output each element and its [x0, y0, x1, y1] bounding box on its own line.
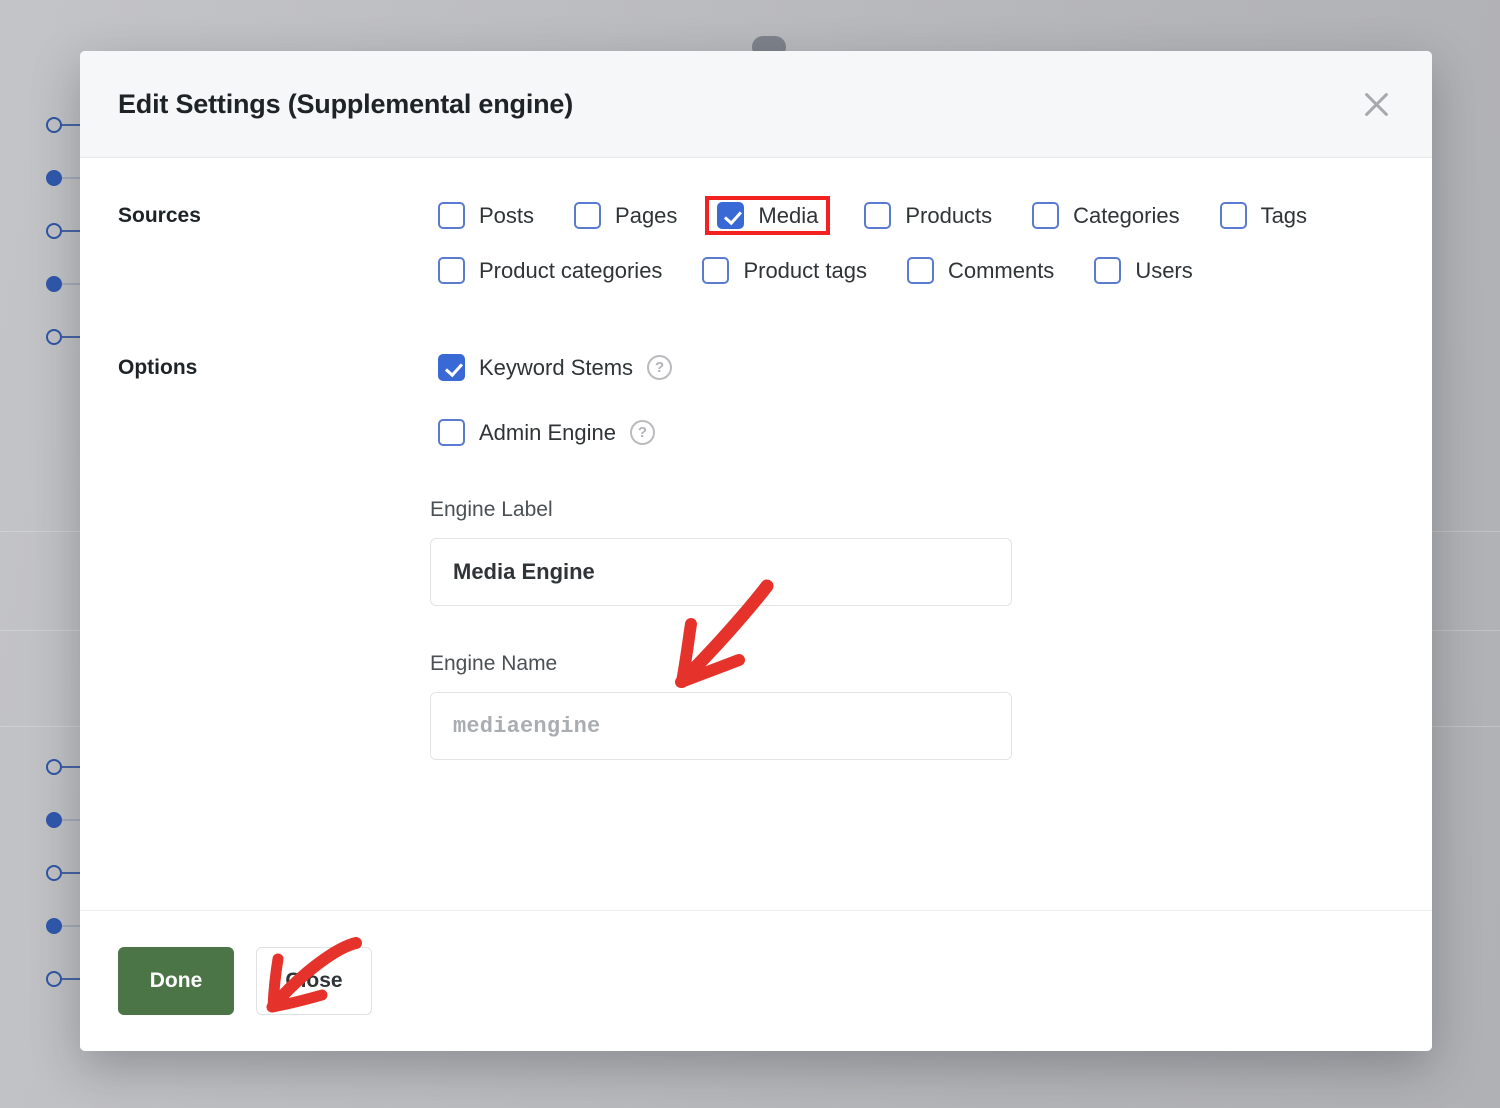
engine-label-input[interactable]: Media Engine [430, 538, 1012, 606]
source-checkbox-label: Users [1135, 258, 1192, 284]
checkbox-icon[interactable] [1094, 257, 1121, 284]
source-checkbox-label: Tags [1261, 203, 1307, 229]
source-checkbox-label: Media [758, 203, 818, 229]
engine-label-label: Engine Label [430, 498, 1394, 522]
source-checkbox-label: Products [905, 203, 992, 229]
page-title: Edit Settings (Supplemental engine) [118, 89, 1354, 120]
checkbox-icon[interactable] [1220, 202, 1247, 229]
modal-footer: Done Close [80, 910, 1432, 1051]
option-checkbox-keyword-stems[interactable]: Keyword Stems? [430, 348, 680, 387]
close-icon[interactable] [1354, 82, 1398, 126]
source-checkbox-posts[interactable]: Posts [430, 196, 542, 235]
options-row: Options Keyword Stems?Admin Engine? Engi… [118, 348, 1394, 760]
sources-checkbox-line-1: Posts Pages Media Products Categories Tags [430, 196, 1394, 235]
checkbox-icon[interactable] [438, 419, 465, 446]
source-checkbox-comments[interactable]: Comments [899, 251, 1062, 290]
timeline-dot-icon [46, 223, 62, 239]
option-checkbox-line: Keyword Stems? [430, 348, 1394, 387]
checkbox-icon[interactable] [574, 202, 601, 229]
engine-name-label: Engine Name [430, 652, 1394, 676]
options-field: Keyword Stems?Admin Engine? Engine Label… [430, 348, 1394, 760]
modal-header: Edit Settings (Supplemental engine) [80, 51, 1432, 158]
done-button[interactable]: Done [118, 947, 234, 1015]
source-checkbox-label: Product categories [479, 258, 662, 284]
timeline-dot-filled-icon [46, 276, 62, 292]
help-circle-icon[interactable]: ? [630, 420, 655, 445]
options-label: Options [118, 348, 430, 380]
timeline-dot-icon [46, 117, 62, 133]
timeline-dot-filled-icon [46, 170, 62, 186]
close-button[interactable]: Close [256, 947, 372, 1015]
option-checkbox-label: Admin Engine [479, 420, 616, 446]
source-checkbox-label: Comments [948, 258, 1054, 284]
checkbox-icon[interactable] [864, 202, 891, 229]
source-checkbox-product-tags[interactable]: Product tags [694, 251, 875, 290]
option-checkbox-line: Admin Engine? [430, 413, 1394, 452]
source-checkbox-tags[interactable]: Tags [1212, 196, 1315, 235]
source-checkbox-media[interactable]: Media [705, 196, 830, 235]
engine-label-group: Engine Label Media Engine [430, 498, 1394, 606]
source-checkbox-label: Product tags [743, 258, 867, 284]
sources-row: Sources Posts Pages Media Products Categorie… [118, 196, 1394, 290]
source-checkbox-product-categories[interactable]: Product categories [430, 251, 670, 290]
options-checkbox-list: Keyword Stems?Admin Engine? [430, 348, 1394, 452]
source-checkbox-categories[interactable]: Categories [1024, 196, 1187, 235]
source-checkbox-users[interactable]: Users [1086, 251, 1200, 290]
source-checkbox-label: Categories [1073, 203, 1179, 229]
option-checkbox-admin-engine[interactable]: Admin Engine? [430, 413, 663, 452]
checkbox-icon[interactable] [907, 257, 934, 284]
source-checkbox-pages[interactable]: Pages [566, 196, 685, 235]
engine-name-group: Engine Name mediaengine [430, 652, 1394, 760]
checkbox-icon[interactable] [438, 202, 465, 229]
checkbox-icon[interactable] [702, 257, 729, 284]
timeline-dot-icon [46, 329, 62, 345]
checkbox-checked-icon[interactable] [717, 202, 744, 229]
source-checkbox-label: Posts [479, 203, 534, 229]
source-checkbox-label: Pages [615, 203, 677, 229]
timeline-dot-icon [46, 971, 62, 987]
timeline-dot-filled-icon [46, 918, 62, 934]
timeline-dot-icon [46, 759, 62, 775]
checkbox-icon[interactable] [1032, 202, 1059, 229]
help-circle-icon[interactable]: ? [647, 355, 672, 380]
option-checkbox-label: Keyword Stems [479, 355, 633, 381]
source-checkbox-products[interactable]: Products [856, 196, 1000, 235]
sources-checkbox-line-2: Product categories Product tags Comments Us… [430, 251, 1394, 290]
checkbox-checked-icon[interactable] [438, 354, 465, 381]
modal-body: Sources Posts Pages Media Products Categorie… [80, 158, 1432, 966]
timeline-dot-filled-icon [46, 812, 62, 828]
timeline-dot-icon [46, 865, 62, 881]
engine-name-input[interactable]: mediaengine [430, 692, 1012, 760]
sources-field: Posts Pages Media Products Categories Tags Pr… [430, 196, 1394, 290]
sources-label: Sources [118, 196, 430, 228]
edit-settings-modal: Edit Settings (Supplemental engine) Sour… [80, 51, 1432, 1051]
checkbox-icon[interactable] [438, 257, 465, 284]
